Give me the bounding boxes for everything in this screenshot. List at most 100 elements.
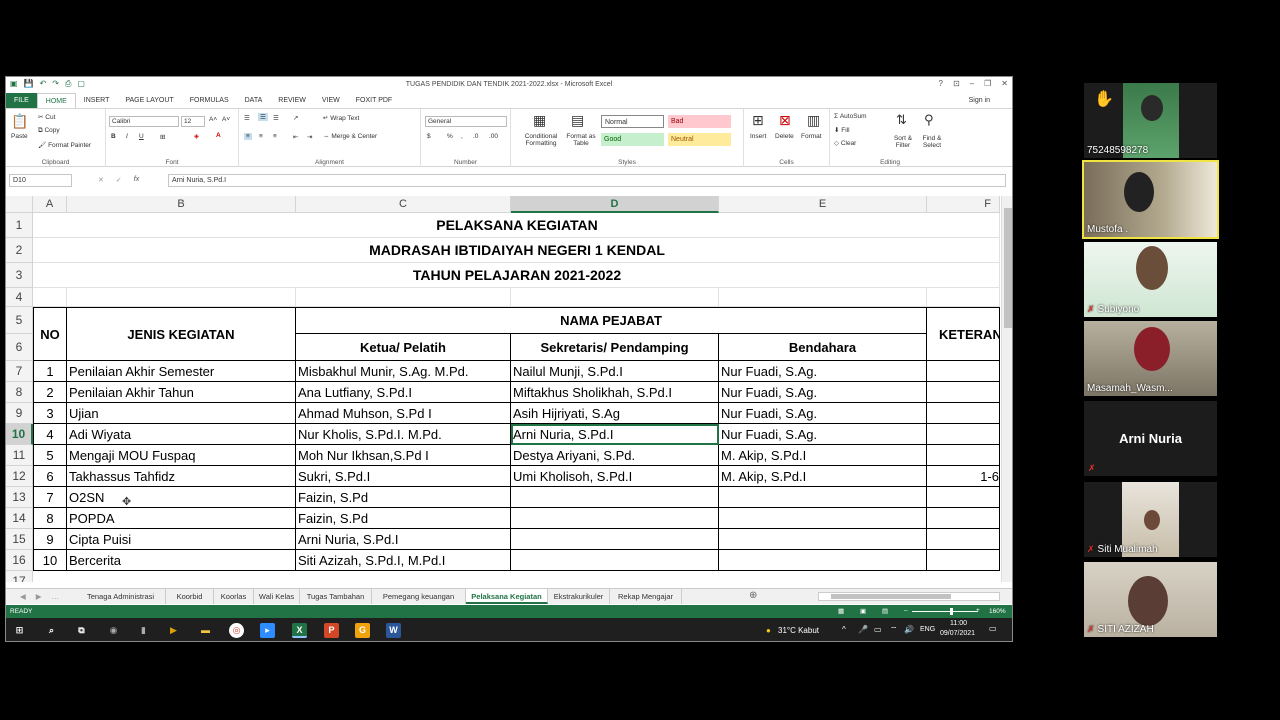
- weather-text[interactable]: 31°C Kabut: [778, 626, 819, 635]
- delete-cells-icon[interactable]: ⊠: [779, 112, 791, 129]
- tab-review[interactable]: REVIEW: [270, 93, 314, 108]
- column-header-b[interactable]: B: [67, 196, 296, 213]
- notification-icon[interactable]: ▭: [989, 624, 997, 633]
- volume-icon[interactable]: 🔊: [904, 625, 914, 634]
- cell-no[interactable]: 2: [33, 382, 67, 403]
- restore-icon[interactable]: ❐: [984, 79, 991, 88]
- row-header-13[interactable]: 13: [6, 487, 33, 508]
- insert-button[interactable]: Insert: [750, 133, 766, 140]
- sheet-cell[interactable]: [719, 288, 927, 307]
- row-header-15[interactable]: 15: [6, 529, 33, 550]
- row-header-5[interactable]: 5: [6, 307, 33, 334]
- binoculars-icon[interactable]: ⚲: [924, 112, 934, 128]
- zoom-app-icon[interactable]: ▸: [260, 623, 275, 638]
- merge-center-button[interactable]: ⇔ Merge & Center: [323, 133, 377, 140]
- sheet-tab-tugas-tambahan[interactable]: Tugas Tambahan: [300, 589, 372, 604]
- cell-jenis-kegiatan[interactable]: POPDA: [67, 508, 296, 529]
- tab-view[interactable]: VIEW: [314, 93, 348, 108]
- row-header-2[interactable]: 2: [6, 238, 33, 263]
- increase-decimal-icon[interactable]: .0: [473, 133, 478, 140]
- column-header-c[interactable]: C: [296, 196, 511, 213]
- sheet-cell[interactable]: [511, 288, 719, 307]
- align-middle-icon[interactable]: ☰: [258, 113, 268, 121]
- paste-icon[interactable]: 📋: [11, 113, 28, 130]
- cell-ketua[interactable]: Sukri, S.Pd.I: [296, 466, 511, 487]
- name-box[interactable]: D10: [9, 174, 72, 187]
- close-icon[interactable]: ✕: [1001, 79, 1008, 88]
- cell-sekretaris[interactable]: Miftakhus Sholikhah, S.Pd.I: [511, 382, 719, 403]
- cell-no[interactable]: 6: [33, 466, 67, 487]
- wrap-text-button[interactable]: ↵ Wrap Text: [323, 114, 359, 122]
- sheet-cell[interactable]: [33, 288, 67, 307]
- normal-view-icon[interactable]: ▦: [838, 607, 844, 615]
- sheet-tab-rekap-mengajar[interactable]: Rekap Mengajar: [610, 589, 682, 604]
- font-name-select[interactable]: Calibri: [109, 116, 179, 127]
- sheet-cell[interactable]: [67, 288, 296, 307]
- word-app-icon[interactable]: W: [386, 623, 401, 638]
- fill-color-icon[interactable]: ◈: [194, 132, 199, 140]
- font-size-select[interactable]: 12: [181, 116, 205, 127]
- minimize-icon[interactable]: –: [970, 79, 974, 88]
- autosum-button[interactable]: Σ AutoSum: [834, 113, 867, 120]
- cell-sekretaris[interactable]: [511, 508, 719, 529]
- style-good[interactable]: Good: [601, 133, 664, 146]
- cell-keterangan[interactable]: [927, 445, 1000, 466]
- cell-bendahara[interactable]: M. Akip, S.Pd.I: [719, 445, 927, 466]
- column-header-a[interactable]: A: [33, 196, 67, 213]
- cell-keterangan[interactable]: [927, 550, 1000, 571]
- cell-bendahara[interactable]: Nur Fuadi, S.Ag.: [719, 361, 927, 382]
- sheet-tab-tenaga-administrasi[interactable]: Tenaga Administrasi: [76, 589, 166, 604]
- row-header-10[interactable]: 10: [6, 424, 33, 445]
- conditional-formatting-button[interactable]: Conditional Formatting: [517, 133, 565, 147]
- participant-tile-video-off[interactable]: Arni Nuria ✗: [1084, 401, 1217, 476]
- column-header-e[interactable]: E: [719, 196, 927, 213]
- cell-keterangan[interactable]: 1-6: [927, 466, 1000, 487]
- tab-file[interactable]: FILE: [6, 93, 37, 108]
- cell-bendahara[interactable]: [719, 487, 927, 508]
- cell-ketua[interactable]: Arni Nuria, S.Pd.I: [296, 529, 511, 550]
- cell-sekretaris[interactable]: [511, 550, 719, 571]
- cell-no[interactable]: 9: [33, 529, 67, 550]
- foxit-app-icon[interactable]: G: [355, 623, 370, 638]
- horizontal-scrollbar[interactable]: [818, 592, 1000, 601]
- participant-tile[interactable]: Masamah_Wasm...: [1084, 321, 1217, 396]
- format-painter-button[interactable]: 🖌 Format Painter: [38, 141, 91, 149]
- decrease-decimal-icon[interactable]: .00: [489, 133, 498, 140]
- cell-bendahara[interactable]: Nur Fuadi, S.Ag.: [719, 382, 927, 403]
- format-as-table-icon[interactable]: ▤: [571, 112, 584, 129]
- cell-jenis-kegiatan[interactable]: Mengaji MOU Fuspaq: [67, 445, 296, 466]
- conditional-formatting-icon[interactable]: ▦: [533, 112, 546, 129]
- font-color-icon[interactable]: A: [216, 132, 221, 139]
- cell-no[interactable]: 4: [33, 424, 67, 445]
- sheet-tab-pemegang-keuangan[interactable]: Pemegang keuangan: [372, 589, 466, 604]
- header-ketua[interactable]: Ketua/ Pelatih: [296, 334, 511, 361]
- cell-ketua[interactable]: Faizin, S.Pd: [296, 508, 511, 529]
- tab-home[interactable]: HOME: [36, 93, 76, 108]
- cell-keterangan[interactable]: [927, 361, 1000, 382]
- delete-button[interactable]: Delete: [775, 133, 794, 140]
- row-header-7[interactable]: 7: [6, 361, 33, 382]
- help-icon[interactable]: ?: [939, 79, 943, 88]
- row-header-11[interactable]: 11: [6, 445, 33, 466]
- grow-font-icon[interactable]: A˄: [209, 116, 217, 123]
- cell-sekretaris[interactable]: Arni Nuria, S.Pd.I: [511, 424, 719, 445]
- scrollbar-thumb[interactable]: [1004, 208, 1012, 328]
- camera-app-icon[interactable]: ◉: [106, 623, 121, 638]
- row-header-4[interactable]: 4: [6, 288, 33, 307]
- cell-jenis-kegiatan[interactable]: O2SN: [67, 487, 296, 508]
- cell-keterangan[interactable]: [927, 403, 1000, 424]
- cell-bendahara[interactable]: Nur Fuadi, S.Ag.: [719, 403, 927, 424]
- increase-indent-icon[interactable]: ⇥: [307, 133, 312, 141]
- column-header-f[interactable]: F: [927, 196, 1000, 213]
- tab-page-layout[interactable]: PAGE LAYOUT: [117, 93, 181, 108]
- cell-sekretaris[interactable]: Asih Hijriyati, S.Ag: [511, 403, 719, 424]
- cell-bendahara[interactable]: [719, 508, 927, 529]
- signin-link[interactable]: Sign in: [969, 97, 990, 104]
- zoom-out-icon[interactable]: –: [904, 607, 908, 614]
- sheet-title-2[interactable]: MADRASAH IBTIDAIYAH NEGERI 1 KENDAL: [33, 238, 1000, 263]
- italic-icon[interactable]: I: [126, 133, 128, 140]
- insert-function-icon[interactable]: fx: [134, 176, 139, 184]
- row-header-17[interactable]: 17: [6, 571, 33, 582]
- cell-no[interactable]: 5: [33, 445, 67, 466]
- zoom-in-icon[interactable]: +: [976, 607, 980, 614]
